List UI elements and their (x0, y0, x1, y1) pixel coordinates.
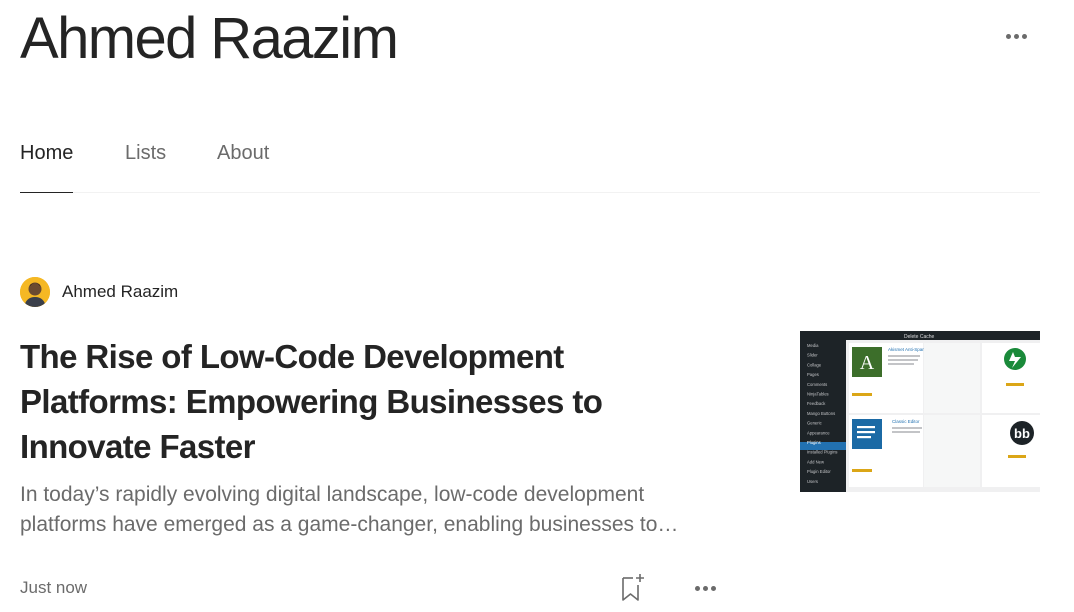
thumb-menu-item: NinjaTables (807, 392, 829, 397)
post-excerpt[interactable]: In today’s rapidly evolving digital land… (20, 480, 680, 540)
svg-text:bb: bb (1014, 426, 1030, 441)
more-horizontal-icon (694, 585, 716, 591)
post-thumbnail[interactable]: Delete Cache Media Slider Collage Pages Comm… (800, 331, 1040, 492)
thumb-menu-item: Comments (807, 382, 827, 387)
thumb-plugin-2: Classic Editor (892, 419, 920, 424)
more-options-button[interactable] (1002, 26, 1030, 46)
profile-name: Ahmed Raazim (20, 6, 399, 71)
author-name[interactable]: Ahmed Raazim (62, 282, 178, 302)
thumb-menu-item: Pages (807, 372, 819, 377)
thumb-topbar-text: Delete Cache (904, 334, 935, 340)
thumb-menu-item: Add New (807, 459, 825, 464)
post-title[interactable]: The Rise of Low-Code Development Platfor… (20, 334, 680, 469)
thumb-menu-item: Appearance (807, 430, 830, 435)
thumb-menu-item: Media (807, 343, 819, 348)
thumb-menu-item: Generic (807, 421, 822, 426)
post-author: Ahmed Raazim (20, 277, 178, 307)
svg-text:A: A (860, 352, 875, 374)
thumb-menu-item: Slider (807, 353, 818, 358)
thumb-menu-item: Collage (807, 362, 822, 367)
tab-home[interactable]: Home (20, 142, 74, 193)
more-horizontal-icon (1005, 33, 1027, 39)
thumb-plugin-1: Akismet Anti-Spam (888, 347, 926, 352)
bookmark-add-icon (622, 574, 644, 601)
thumb-menu-item: Feedback (807, 401, 826, 406)
tab-lists[interactable]: Lists (125, 142, 166, 192)
save-button[interactable] (620, 572, 648, 604)
avatar[interactable] (20, 277, 50, 307)
tab-about[interactable]: About (217, 142, 269, 192)
post-more-button[interactable] (690, 578, 720, 598)
thumb-menu-item: Plugins (807, 440, 821, 445)
thumb-menu-item: Plugin Editor (807, 469, 831, 474)
thumb-menu-item: Users (807, 479, 818, 484)
thumb-menu-item: Mango Buttons (807, 411, 835, 416)
thumb-menu-item: Installed Plugins (807, 450, 838, 455)
profile-tabs: Home Lists About (20, 130, 1040, 193)
post-timestamp: Just now (20, 578, 88, 597)
